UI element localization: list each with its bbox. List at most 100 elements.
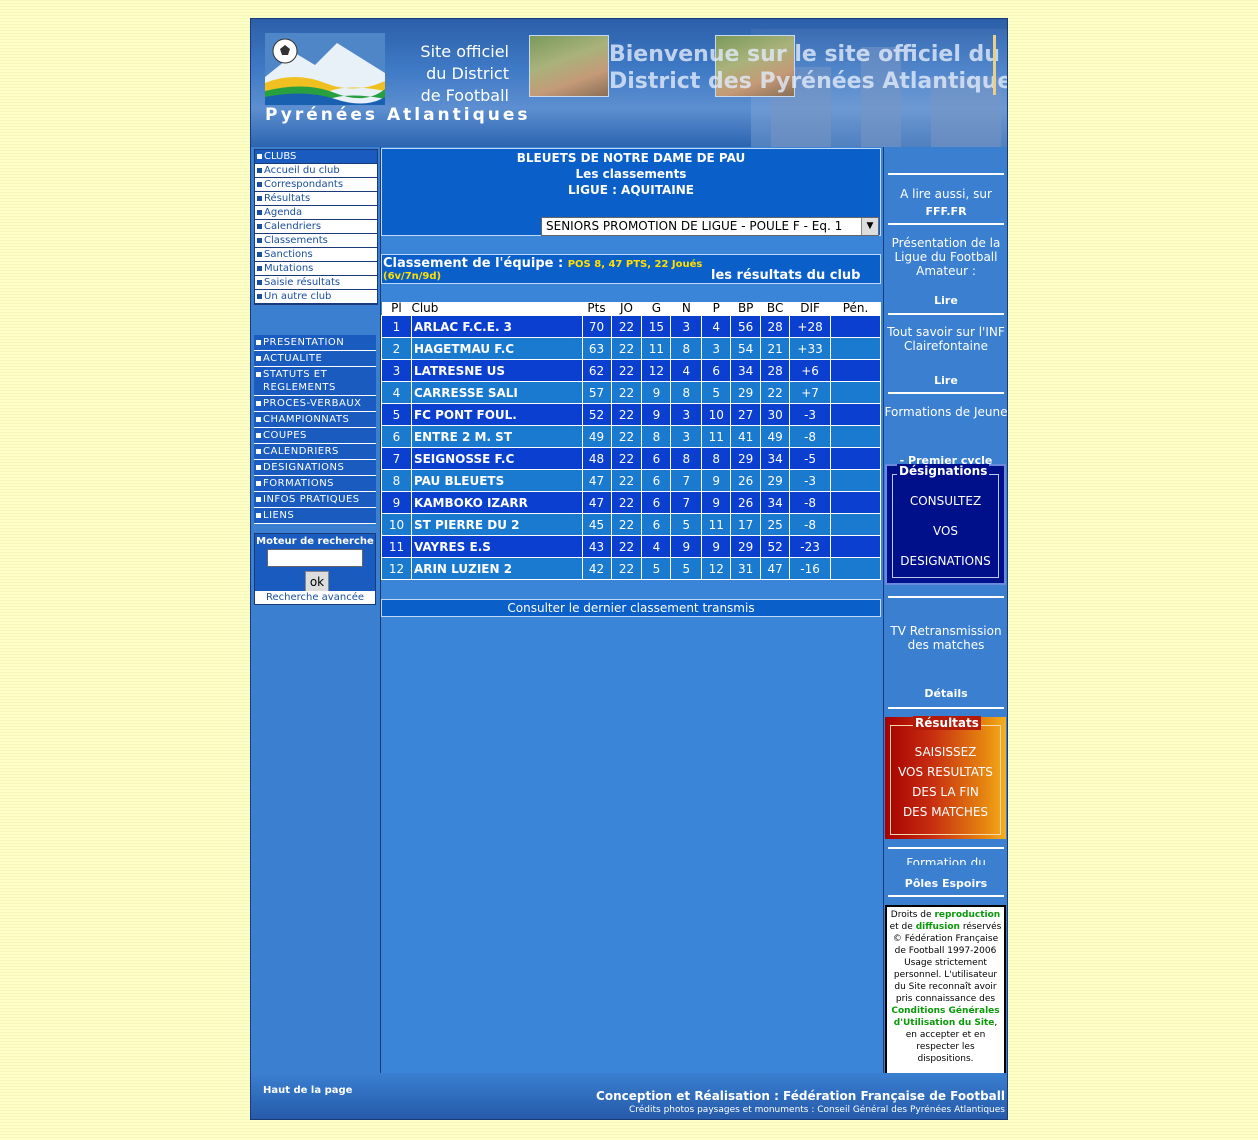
ranking-label: Classement de l'équipe : POS 8, 47 PTS, … — [383, 256, 702, 271]
team-name-cell: HAGETMAU F.C — [410, 337, 583, 360]
nav-item-resultats[interactable]: Résultats — [255, 192, 377, 206]
footer-credit: Conception et Réalisation : Fédération F… — [596, 1089, 1005, 1103]
copyright-text: Droits de — [890, 910, 932, 920]
site-title: Site officiel du District de Football — [409, 41, 509, 107]
nav-item-actualite[interactable]: ACTUALITE — [254, 351, 376, 367]
divider — [888, 707, 1004, 709]
ranking-record: (6v/7n/9d) — [383, 271, 442, 282]
stat-cell: 4 — [701, 315, 732, 338]
team-name-cell: PAU BLEUETS — [410, 469, 583, 492]
inf-text: Tout savoir sur l'INF Clairefontaine — [887, 325, 1005, 353]
fff-link[interactable]: FFF.FR — [884, 205, 1007, 218]
nav-item-statuts[interactable]: STATUTS ET REGLEMENTS — [254, 367, 376, 396]
stat-cell: 11 — [701, 513, 732, 536]
diffusion-link[interactable]: diffusion — [916, 922, 960, 932]
designations-line: CONSULTEZ — [909, 494, 982, 508]
stat-cell: 22 — [610, 403, 643, 426]
table-row: 1 ARLAC F.C.E. 3 70 22 15 3 4 56 28 +28 — [381, 315, 881, 338]
search-ok-button[interactable]: ok — [305, 571, 329, 593]
stat-cell: 42 — [581, 557, 612, 580]
stat-cell: 9 — [701, 535, 732, 558]
nav-item-saisie-resultats[interactable]: Saisie résultats — [255, 276, 377, 290]
stat-cell: -3 — [789, 469, 832, 492]
col-header: Club — [411, 302, 583, 316]
nav-item-formations[interactable]: FORMATIONS — [254, 476, 376, 492]
poles-espoirs-link[interactable]: Pôles Espoirs — [884, 877, 1007, 890]
nav-item-mutations[interactable]: Mutations — [255, 262, 377, 276]
stat-cell: 22 — [760, 381, 791, 404]
welcome-text: Bienvenue sur le site officiel du Distri… — [609, 41, 1007, 95]
nav-item-championnats[interactable]: CHAMPIONNATS — [254, 412, 376, 428]
stat-cell: 22 — [610, 447, 643, 470]
nav-item-calendriers[interactable]: Calendriers — [255, 220, 377, 234]
nav-item-correspondants[interactable]: Correspondants — [255, 178, 377, 192]
nav-item-designations[interactable]: DESIGNATIONS — [254, 460, 376, 476]
nav-item-presentation[interactable]: PRESENTATION — [254, 335, 376, 351]
table-row: 3 LATRESNE US 62 22 12 4 6 34 28 +6 — [381, 359, 881, 382]
advanced-search-link[interactable]: Recherche avancée — [255, 591, 375, 604]
stat-cell: 7 — [670, 491, 703, 514]
stat-cell: 54 — [730, 337, 762, 360]
nav-item-clubs[interactable]: CLUBS — [255, 150, 377, 164]
stat-cell: 3 — [670, 403, 703, 426]
stat-cell — [830, 469, 881, 492]
stat-cell: 22 — [610, 381, 643, 404]
nav-item-classements[interactable]: Classements — [255, 234, 377, 248]
cgu-link[interactable]: Conditions Générales d'Utilisation du Si… — [891, 1006, 999, 1028]
table-row: 11 VAYRES E.S 43 22 4 9 9 29 52 -23 — [381, 535, 881, 558]
stat-cell: 34 — [730, 359, 762, 382]
designations-banner[interactable]: Désignations CONSULTEZ VOS DESIGNATIONS — [885, 464, 1006, 585]
chevron-down-icon[interactable]: ▼ — [861, 218, 878, 235]
stat-cell: 12 — [641, 359, 672, 382]
back-to-top-link[interactable]: Haut de la page — [263, 1085, 352, 1096]
results-banner[interactable]: Résultats SAISISSEZ VOS RESULTATS DES LA… — [885, 716, 1006, 839]
stat-cell — [830, 425, 881, 448]
club-results-link[interactable]: les résultats du club — [711, 268, 861, 283]
team-ranking-bar: Classement de l'équipe : POS 8, 47 PTS, … — [381, 254, 881, 284]
stat-cell — [830, 557, 881, 580]
stat-cell: +6 — [789, 359, 832, 382]
stat-cell: 9 — [381, 491, 412, 514]
table-row: 4 CARRESSE SALI 57 22 9 8 5 29 22 +7 — [381, 381, 881, 404]
read-ligue-link[interactable]: Lire — [884, 294, 1007, 307]
stat-cell: 3 — [381, 359, 412, 382]
stat-cell: 28 — [760, 315, 791, 338]
nav-item-infos-pratiques[interactable]: INFOS PRATIQUES — [254, 492, 376, 508]
stat-cell: 52 — [760, 535, 791, 558]
stat-cell: 22 — [610, 425, 643, 448]
results-title: Résultats — [913, 716, 981, 730]
nav-item-calendriers-main[interactable]: CALENDRIERS — [254, 444, 376, 460]
nav-item-proces-verbaux[interactable]: PROCES-VERBAUX — [254, 396, 376, 412]
stat-cell: 9 — [641, 403, 672, 426]
col-header: Pén. — [830, 302, 881, 316]
nav-item-sanctions[interactable]: Sanctions — [255, 248, 377, 262]
read-inf-link[interactable]: Lire — [884, 374, 1007, 387]
team-name-cell: VAYRES E.S — [410, 535, 583, 558]
divider — [888, 895, 1004, 897]
footer-photo-credit: Crédits photos paysages et monuments : C… — [628, 1105, 1005, 1115]
nav-item-coupes[interactable]: COUPES — [254, 428, 376, 444]
search-input[interactable] — [267, 549, 363, 567]
reproduction-link[interactable]: reproduction — [934, 910, 1000, 920]
nav-item-autre-club[interactable]: Un autre club — [255, 290, 377, 304]
formations-text: Formations de Jeune — [884, 405, 1008, 419]
last-ranking-link[interactable]: Consulter le dernier classement transmis — [381, 599, 881, 617]
copyright-text: réservés © Fédération Française de Footb… — [892, 922, 1002, 1004]
competition-select[interactable]: SENIORS PROMOTION DE LIGUE - POULE F - E… — [541, 217, 879, 236]
col-header: BP — [730, 302, 761, 316]
stat-cell — [830, 403, 881, 426]
stat-cell: 28 — [760, 359, 791, 382]
stat-cell: 26 — [730, 469, 762, 492]
stat-cell: 6 — [641, 469, 672, 492]
stat-cell: -23 — [789, 535, 832, 558]
nav-item-liens[interactable]: LIENS — [254, 508, 376, 524]
nav-item-accueil[interactable]: Accueil du club — [255, 164, 377, 178]
stat-cell: 26 — [730, 491, 762, 514]
stat-cell — [830, 491, 881, 514]
table-row: 6 ENTRE 2 M. ST 49 22 8 3 11 41 49 -8 — [381, 425, 881, 448]
stat-cell: 11 — [641, 337, 672, 360]
stat-cell: 63 — [581, 337, 612, 360]
tv-details-link[interactable]: Détails — [884, 687, 1007, 700]
district-logo[interactable] — [265, 33, 385, 105]
nav-item-agenda[interactable]: Agenda — [255, 206, 377, 220]
